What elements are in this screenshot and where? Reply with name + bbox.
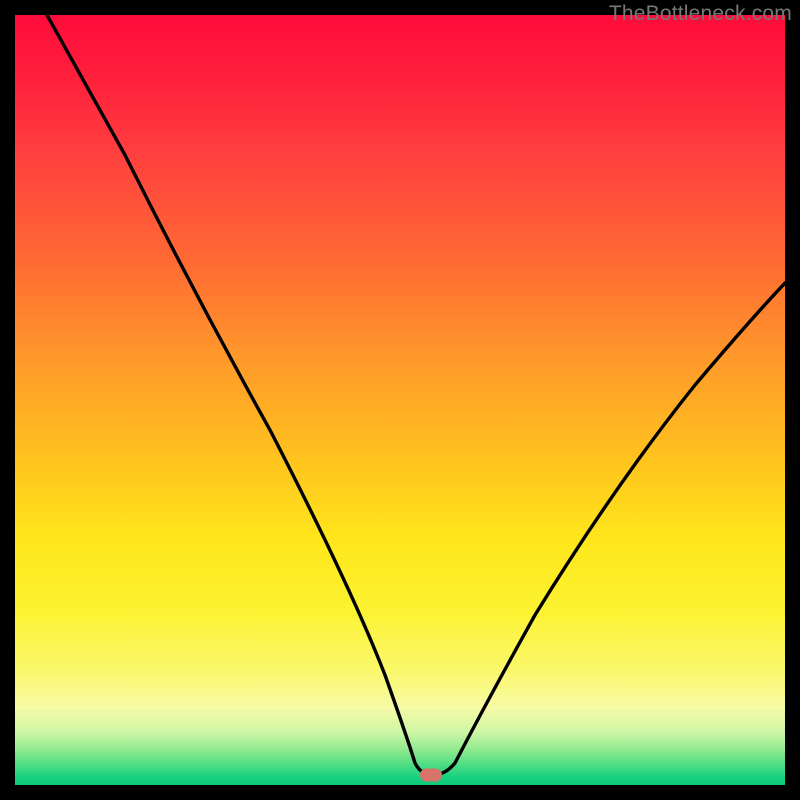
bottleneck-curve [15,15,785,785]
watermark-text: TheBottleneck.com [609,0,792,28]
optimal-point-marker [420,769,442,782]
plot-area [15,15,785,785]
chart-stage: TheBottleneck.com [0,0,800,800]
